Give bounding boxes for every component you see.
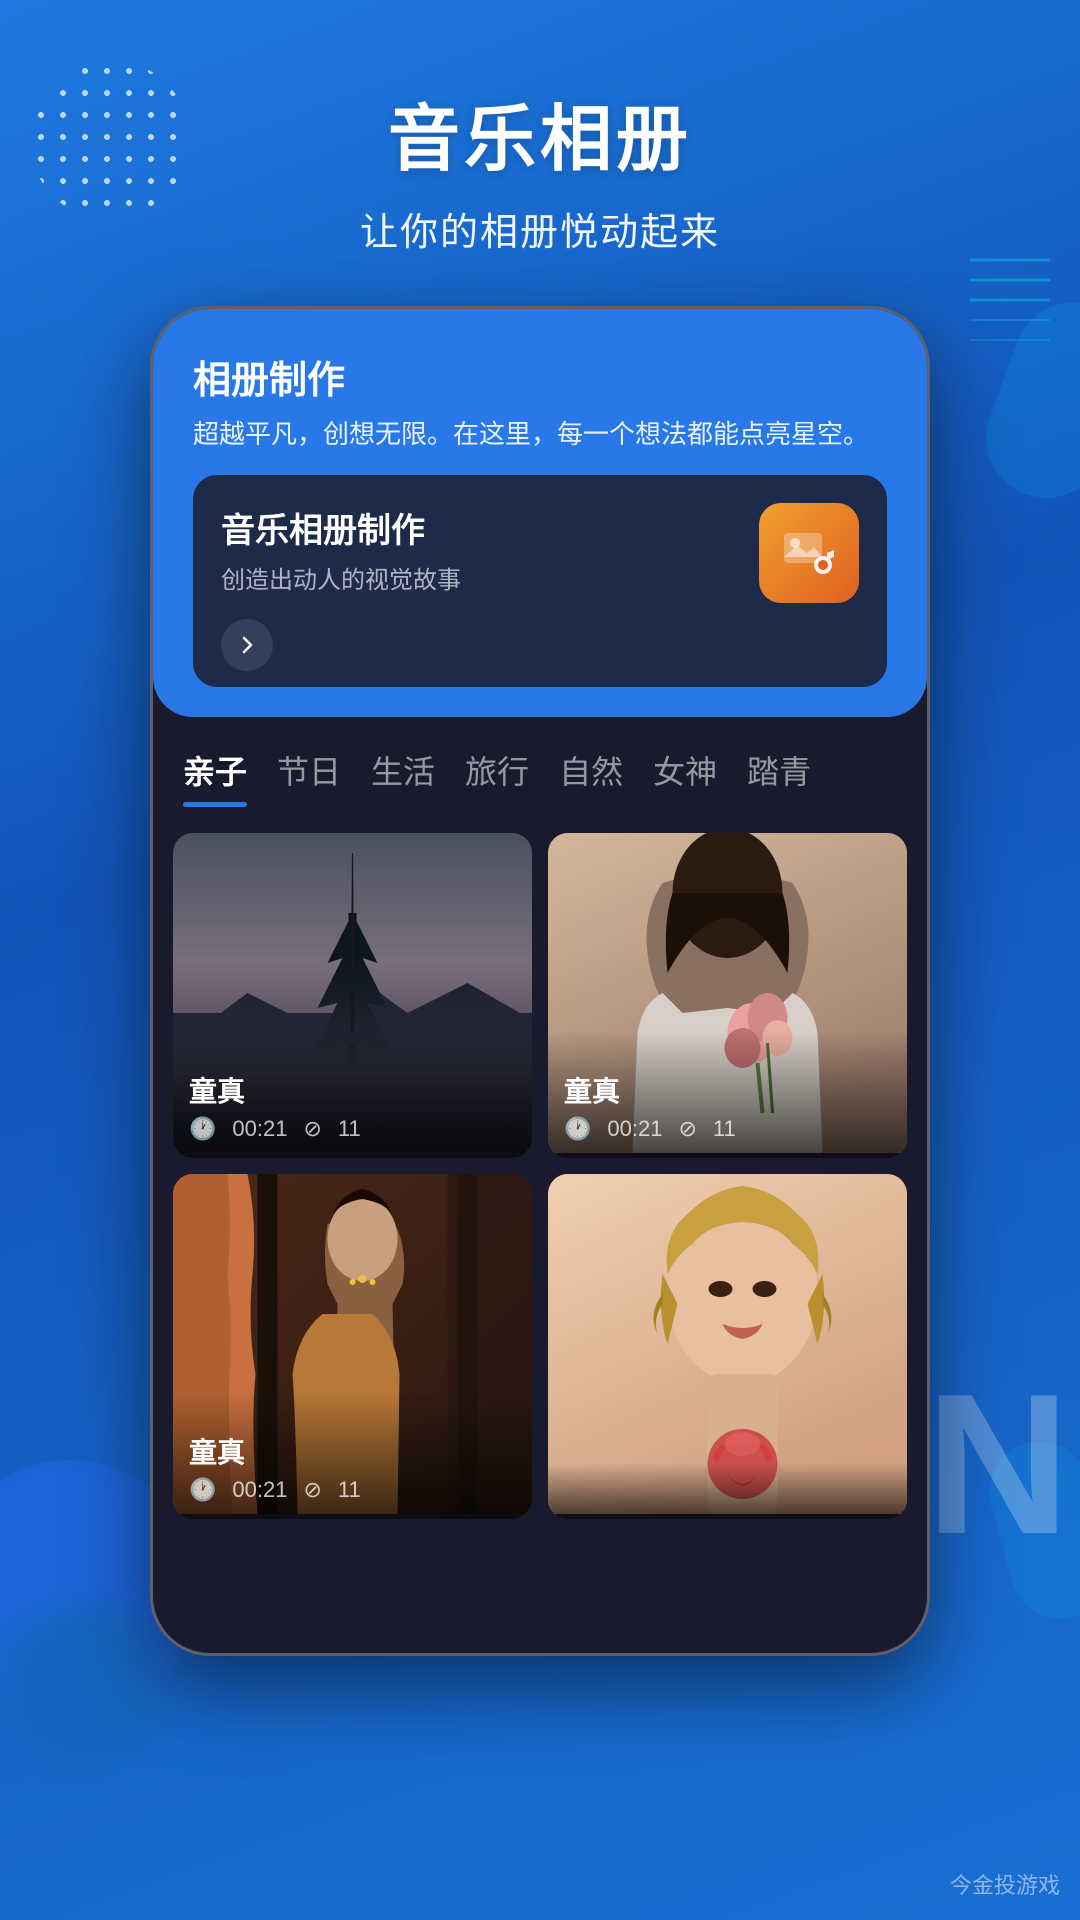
watermark: 今金投游戏 xyxy=(950,1868,1060,1900)
music-card-title: 音乐相册制作 xyxy=(221,503,739,552)
grid-item-3-duration: 00:21 xyxy=(232,1477,287,1503)
tab-shenghuo[interactable]: 生活 xyxy=(371,747,435,803)
grid-item-2-meta: 🕐 00:21 ⊘ 11 xyxy=(564,1116,891,1142)
tab-jieri[interactable]: 节日 xyxy=(277,747,341,803)
grid-item-1-layers: 11 xyxy=(338,1116,361,1142)
category-tabs: 亲子 节日 生活 旅行 自然 女神 踏青 xyxy=(153,717,927,813)
clock-icon-2: 🕐 xyxy=(564,1116,591,1142)
layers-icon-3: ⊘ xyxy=(303,1477,321,1503)
layers-icon-2: ⊘ xyxy=(678,1116,696,1142)
clock-icon-1: 🕐 xyxy=(189,1116,216,1142)
grid-item-1-info: 童真 🕐 00:21 ⊘ 11 xyxy=(173,1030,532,1158)
music-card-icon xyxy=(759,503,859,603)
tab-ziran[interactable]: 自然 xyxy=(559,747,623,803)
grid-item-2-name: 童真 xyxy=(564,1070,891,1110)
tab-qinzi[interactable]: 亲子 xyxy=(183,747,247,803)
grid-item-1-meta: 🕐 00:21 ⊘ 11 xyxy=(189,1116,516,1142)
clock-icon-3: 🕐 xyxy=(189,1477,216,1503)
content-grid: 童真 🕐 00:21 ⊘ 11 xyxy=(153,813,927,1539)
grid-item-4-info xyxy=(548,1463,907,1519)
music-card-description: 创造出动人的视觉故事 xyxy=(221,560,739,595)
decorative-lines-right xyxy=(970,250,1050,370)
header: 音乐相册 让你的相册悦动起来 xyxy=(0,0,1080,256)
card-title: 相册制作 xyxy=(193,349,887,404)
grid-item-2[interactable]: 童真 🕐 00:21 ⊘ 11 xyxy=(548,833,907,1158)
grid-item-1[interactable]: 童真 🕐 00:21 ⊘ 11 xyxy=(173,833,532,1158)
grid-item-3-meta: 🕐 00:21 ⊘ 11 xyxy=(189,1477,516,1503)
grid-item-3[interactable]: 童真 🕐 00:21 ⊘ 11 xyxy=(173,1174,532,1519)
grid-item-2-layers: 11 xyxy=(713,1116,736,1142)
music-card-arrow-button[interactable] xyxy=(221,619,273,671)
grid-item-2-duration: 00:21 xyxy=(607,1116,662,1142)
music-card-content: 音乐相册制作 创造出动人的视觉故事 xyxy=(221,503,739,671)
app-title: 音乐相册 xyxy=(0,80,1080,185)
grid-item-2-info: 童真 🕐 00:21 ⊘ 11 xyxy=(548,1030,907,1158)
tab-lvxing[interactable]: 旅行 xyxy=(465,747,529,803)
music-card[interactable]: 音乐相册制作 创造出动人的视觉故事 xyxy=(193,475,887,687)
decorative-n-shape xyxy=(980,1350,1070,1570)
grid-item-3-name: 童真 xyxy=(189,1431,516,1471)
top-card: 相册制作 超越平凡，创想无限。在这里，每一个想法都能点亮星空。 音乐相册制作 创… xyxy=(153,309,927,717)
tab-nvsh[interactable]: 女神 xyxy=(653,747,717,803)
grid-item-4[interactable] xyxy=(548,1174,907,1519)
layers-icon-1: ⊘ xyxy=(303,1116,321,1142)
phone-mockup: 相册制作 超越平凡，创想无限。在这里，每一个想法都能点亮星空。 音乐相册制作 创… xyxy=(150,306,930,1656)
grid-item-1-name: 童真 xyxy=(189,1070,516,1110)
app-subtitle: 让你的相册悦动起来 xyxy=(0,201,1080,256)
grid-item-3-layers: 11 xyxy=(338,1477,361,1503)
grid-item-3-info: 童真 🕐 00:21 ⊘ 11 xyxy=(173,1391,532,1519)
grid-item-1-duration: 00:21 xyxy=(232,1116,287,1142)
card-subtitle: 超越平凡，创想无限。在这里，每一个想法都能点亮星空。 xyxy=(193,414,887,451)
tab-taqing[interactable]: 踏青 xyxy=(747,747,811,803)
